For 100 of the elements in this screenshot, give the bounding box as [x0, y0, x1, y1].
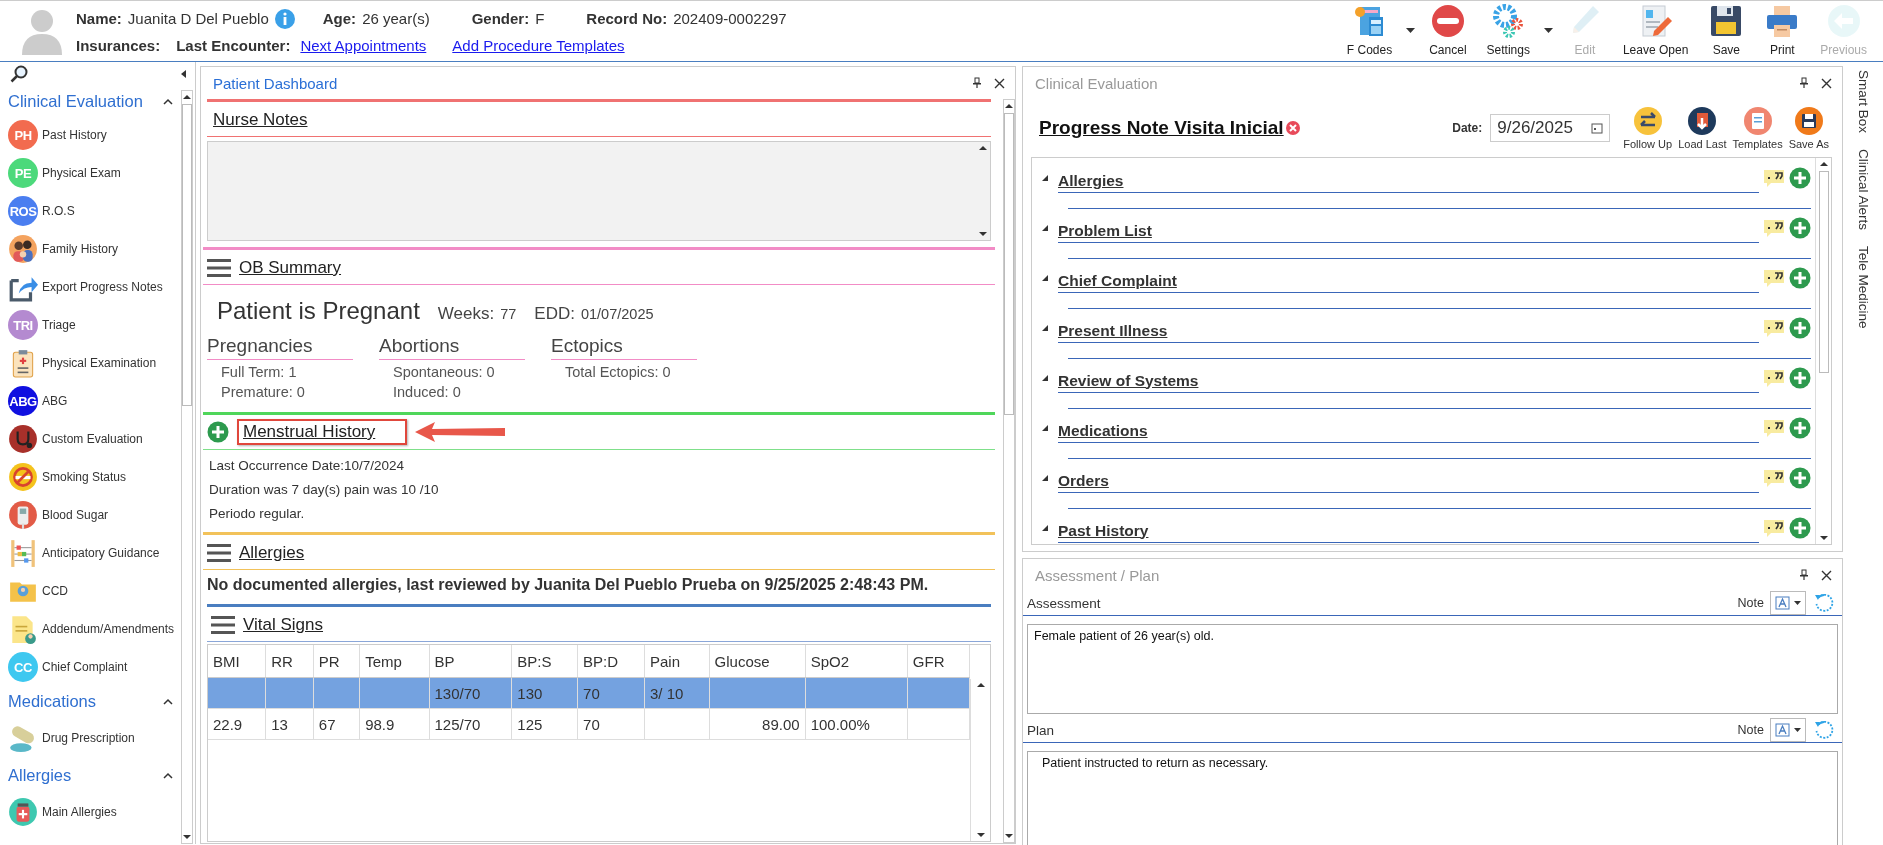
section-link[interactable]: Medications [1058, 421, 1148, 440]
sidebar-item[interactable]: Blood Sugar [8, 496, 181, 534]
sidebar-item-label: Chief Complaint [42, 660, 128, 674]
group-title[interactable]: Allergies [8, 765, 72, 785]
note-title[interactable]: Progress Note Visita Inicial [1039, 117, 1284, 139]
sidebar-item-label: Custom Evaluation [42, 432, 143, 446]
sidebar-item[interactable]: ROS R.O.S [8, 192, 181, 230]
sidebar-item[interactable]: Smoking Status [8, 458, 181, 496]
letter-badge-icon: TRI [8, 310, 38, 340]
table-row[interactable]: 22.9 13 67 98.9 125/70 125 70 89.00 100.00% [208, 708, 970, 740]
sidebar-item-label: Blood Sugar [42, 508, 109, 522]
section-title[interactable]: OB Summary [239, 258, 342, 278]
sidebar-item[interactable]: CCD [8, 572, 181, 610]
action-button[interactable]: Load Last [1675, 106, 1730, 150]
header-link[interactable]: Add Procedure Templates [452, 36, 625, 54]
ob-count: Spontaneous: 0 [392, 363, 496, 380]
side-tab[interactable]: Tele Medicine [1855, 246, 1871, 329]
toolbar-button[interactable]: Print [1756, 0, 1809, 61]
section-link[interactable]: Present Illness [1058, 321, 1168, 340]
header-link[interactable]: Next Appointments [300, 36, 427, 54]
section-title[interactable]: Menstrual History [243, 422, 376, 441]
age-label: Age: [322, 10, 357, 27]
column-header[interactable]: SpO2 [805, 645, 908, 678]
sidebar-item[interactable]: ABG ABG [8, 382, 181, 420]
insurances-label: Insurances: [76, 36, 161, 54]
toolbar-button[interactable]: Settings [1478, 0, 1538, 61]
section-link[interactable]: Review of Systems [1058, 371, 1199, 390]
ob-count: Full Term: 1 [220, 363, 298, 380]
table-cell: 125/70 [434, 715, 481, 733]
section-title[interactable]: Vital Signs [243, 615, 323, 635]
column-header[interactable]: BMI [208, 645, 266, 678]
sidebar-item[interactable]: Family History [8, 230, 181, 268]
field-label: Assessment [1027, 595, 1101, 611]
toolbar-button[interactable]: Save [1700, 0, 1753, 61]
section-link[interactable]: Chief Complaint [1058, 271, 1177, 290]
text-area[interactable]: Patient instructed to return as necessary. [1027, 751, 1838, 845]
action-button[interactable]: Follow Up [1620, 106, 1676, 150]
sidebar-item-label: Main Allergies [42, 805, 117, 819]
column-header[interactable]: PR [313, 645, 360, 678]
column-header[interactable]: Temp [359, 645, 429, 678]
sidebar-item-label: Past History [42, 128, 107, 142]
section-link[interactable]: Problem List [1058, 221, 1152, 240]
record-number: 202409-0002297 [673, 10, 787, 27]
sidebar-item-label: Physical Examination [42, 356, 157, 370]
ob-column-title: Ectopics [551, 335, 697, 360]
sidebar-item[interactable]: Main Allergies [8, 790, 181, 834]
section-title[interactable]: Nurse Notes [213, 110, 308, 130]
gender-value: F [535, 10, 545, 27]
sidebar-item-label: Drug Prescription [42, 731, 135, 745]
action-button[interactable]: Save As [1785, 106, 1832, 150]
sidebar-item[interactable]: Drug Prescription [8, 716, 181, 760]
date-field[interactable]: 9/26/2025 [1490, 114, 1611, 142]
sidebar-item[interactable]: Physical Examination [8, 344, 181, 382]
group-title[interactable]: Medications [8, 691, 97, 711]
section-title[interactable]: Allergies [239, 543, 305, 563]
side-tab[interactable]: Smart Box [1855, 70, 1871, 134]
field-label: Plan [1027, 722, 1055, 738]
side-tab[interactable]: Clinical Alerts [1855, 149, 1871, 231]
sidebar-item-label: Physical Exam [42, 166, 121, 180]
sidebar-item-label: CCD [42, 584, 68, 598]
toolbar-button[interactable]: F Codes [1338, 0, 1401, 61]
sidebar-item[interactable]: Export Progress Notes [8, 268, 181, 306]
section-link[interactable]: Allergies [1058, 171, 1124, 190]
column-header[interactable]: BP:D [577, 645, 645, 678]
table-cell: 100.00% [810, 715, 870, 733]
sidebar-item[interactable]: Anticipatory Guidance [8, 534, 181, 572]
sidebar-item[interactable]: PH Past History [8, 116, 181, 154]
sidebar-item[interactable]: Addendum/Amendments [8, 610, 181, 648]
column-header[interactable]: BP [429, 645, 512, 678]
letter-badge-icon: ABG [8, 386, 38, 416]
gender-label: Gender: [471, 10, 530, 27]
column-header[interactable]: Pain [644, 645, 710, 678]
table-cell: 130 [517, 684, 543, 702]
weeks-value: 77 [500, 306, 517, 322]
panel-title: Clinical Evaluation [1035, 74, 1158, 92]
sidebar-item-label: Export Progress Notes [42, 280, 163, 294]
column-header[interactable]: GFR [907, 645, 970, 678]
text-area[interactable]: Female patient of 26 year(s) old. [1027, 624, 1838, 714]
ob-column-title: Pregnancies [207, 335, 353, 360]
sidebar-item[interactable]: Custom Evaluation [8, 420, 181, 458]
ob-count: Total Ectopics: 0 [564, 363, 672, 380]
sidebar-item[interactable]: PE Physical Exam [8, 154, 181, 192]
action-button[interactable]: Templates [1729, 106, 1786, 150]
column-header[interactable]: RR [265, 645, 314, 678]
ob-count: Premature: 0 [220, 383, 306, 400]
sidebar-item[interactable]: CC Chief Complaint [8, 648, 181, 686]
column-header[interactable]: Glucose [709, 645, 806, 678]
section-link[interactable]: Past History [1058, 521, 1149, 540]
letter-badge-icon: ROS [8, 196, 38, 226]
sidebar-item-label: Smoking Status [42, 470, 127, 484]
group-title[interactable]: Clinical Evaluation [8, 91, 143, 111]
table-row[interactable]: 130/70 130 70 3/ 10 [208, 677, 970, 709]
toolbar-button[interactable]: Cancel [1421, 0, 1475, 61]
weeks-label: Weeks: [437, 304, 495, 324]
sidebar-item-label: ABG [42, 394, 68, 408]
column-header[interactable]: BP:S [511, 645, 578, 678]
section-link[interactable]: Orders [1058, 471, 1109, 490]
toolbar-button[interactable]: Leave Open [1614, 0, 1697, 61]
sidebar-item[interactable]: TRI Triage [8, 306, 181, 344]
edd-value: 01/07/2025 [580, 306, 654, 322]
